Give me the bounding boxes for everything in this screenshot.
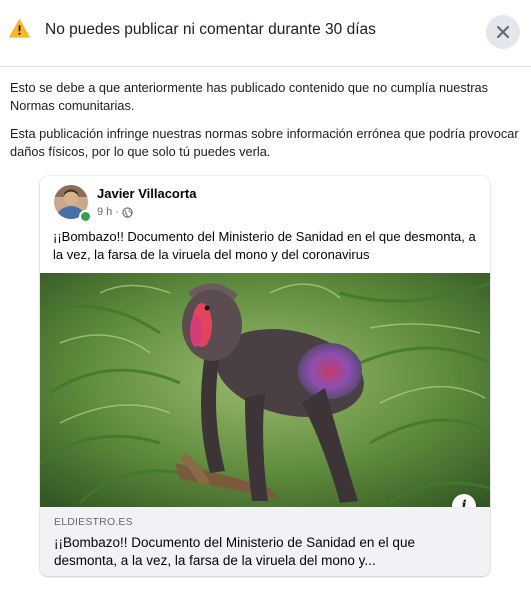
violation-explanation-text: Esta publicación infringe nuestras norma… [10, 126, 519, 159]
post-author[interactable]: Javier Villacorta [97, 186, 197, 201]
link-title: ¡¡Bombazo!! Documento del Ministerio de … [54, 535, 415, 568]
post-text: ¡¡Bombazo!! Documento del Ministerio de … [53, 229, 476, 262]
link-preview[interactable]: ELDIESTRO.ES ¡¡Bombazo!! Documento del M… [40, 507, 490, 576]
warning-triangle-icon [9, 19, 30, 38]
post-meta: 9 h · [97, 205, 133, 219]
globe-icon[interactable] [122, 206, 133, 218]
notice-header: No puedes publicar ni comentar durante 3… [0, 0, 531, 67]
notice-title: No puedes publicar ni comentar durante 3… [45, 21, 376, 38]
close-icon [497, 26, 509, 38]
post-time[interactable]: 9 h [97, 206, 112, 218]
post-card: Javier Villacorta 9 h · ¡¡Bombazo!! Docu… [40, 176, 490, 576]
meta-separator: · [115, 206, 119, 218]
link-domain: ELDIESTRO.ES [54, 516, 133, 528]
restriction-reason-text: Esto se debe a que anteriormente has pub… [10, 80, 489, 113]
close-button[interactable] [486, 15, 520, 49]
online-status-dot [79, 210, 92, 223]
post-image[interactable] [40, 273, 490, 507]
